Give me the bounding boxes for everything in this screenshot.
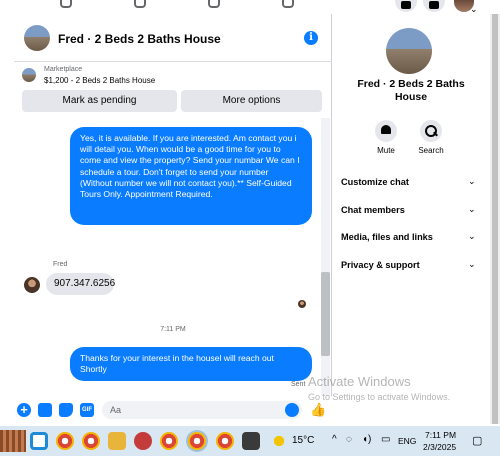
chat-title[interactable]: Fred · 2 Beds 2 Baths House xyxy=(58,32,221,46)
search-icon xyxy=(420,120,442,142)
sent-status: Sent xyxy=(291,381,306,388)
more-options-button[interactable]: More options xyxy=(181,90,322,112)
marketplace-icon[interactable] xyxy=(208,0,220,8)
scrollbar-thumb[interactable] xyxy=(321,272,330,356)
window-scrollbar[interactable] xyxy=(490,14,500,424)
marketplace-label: Marketplace xyxy=(44,66,83,73)
message-input[interactable] xyxy=(102,401,302,419)
message-bubble-incoming[interactable]: 907.347.6256 xyxy=(46,273,115,295)
notifications-button[interactable] xyxy=(423,0,445,12)
plus-icon[interactable]: + xyxy=(17,403,31,417)
section-label: Privacy & support xyxy=(341,260,420,270)
friends-icon[interactable] xyxy=(60,0,72,8)
speaker-icon[interactable]: ◖) xyxy=(362,434,371,445)
gif-icon[interactable]: GIF xyxy=(80,403,94,417)
menu-button[interactable] xyxy=(395,0,417,12)
section-chat-members[interactable]: Chat members ⌄ xyxy=(332,197,490,223)
notification-icon[interactable]: ▢ xyxy=(472,434,482,447)
mark-as-pending-button[interactable]: Mark as pending xyxy=(22,90,177,112)
show-hidden-icons-icon[interactable]: ^ xyxy=(332,434,337,445)
top-nav-strip: ⌄ xyxy=(0,0,500,14)
clock-time[interactable]: 7:11 PM xyxy=(425,430,456,440)
info-icon[interactable]: i xyxy=(304,31,318,45)
thumbs-up-icon[interactable]: 👍 xyxy=(310,402,326,417)
conversation-info-panel: Fred · 2 Beds 2 Baths House Mute Search … xyxy=(332,14,490,424)
bell-icon xyxy=(429,1,439,9)
watch-icon[interactable] xyxy=(134,0,146,8)
message-composer: + GIF 👍 xyxy=(14,396,332,424)
app-icon[interactable] xyxy=(134,432,152,450)
weather-temperature[interactable]: 15°C xyxy=(292,435,314,446)
search-label: Search xyxy=(418,146,444,155)
section-customize-chat[interactable]: Customize chat ⌄ xyxy=(332,169,490,195)
chat-avatar[interactable] xyxy=(24,25,50,51)
section-label: Chat members xyxy=(341,205,405,215)
taskbar: 15°C ^ ◌ ◖) ▭ ENG 7:11 PM 2/3/2025 ▢ xyxy=(0,426,500,456)
chat-header: Fred · 2 Beds 2 Baths House i xyxy=(14,14,332,62)
conversation-avatar[interactable] xyxy=(386,28,432,74)
file-explorer-icon[interactable] xyxy=(108,432,126,450)
activation-watermark-title: Activate Windows xyxy=(308,374,411,389)
conversation-name: Fred · 2 Beds 2 Baths House xyxy=(357,78,465,103)
section-media-files-links[interactable]: Media, files and links ⌄ xyxy=(332,224,490,250)
section-privacy-support[interactable]: Privacy & support ⌄ xyxy=(332,252,490,278)
chrome-icon[interactable] xyxy=(216,432,234,450)
sender-avatar[interactable] xyxy=(24,277,40,293)
language-indicator[interactable]: ENG xyxy=(398,436,416,446)
bell-icon xyxy=(375,120,397,142)
mute-button[interactable]: Mute xyxy=(366,120,406,155)
app-icon[interactable] xyxy=(242,432,260,450)
chevron-down-icon: ⌄ xyxy=(468,176,476,186)
weather-widget-image[interactable] xyxy=(0,430,26,452)
message-bubble-outgoing[interactable]: Yes, it is available. If you are interes… xyxy=(70,127,312,225)
gaming-icon[interactable] xyxy=(282,0,294,8)
clock-date[interactable]: 2/3/2025 xyxy=(423,442,456,452)
chat-scrollbar[interactable] xyxy=(321,118,330,414)
chevron-down-icon: ⌄ xyxy=(468,204,476,214)
start-icon[interactable] xyxy=(30,432,48,450)
listing-title[interactable]: $1,200 - 2 Beds 2 Baths House xyxy=(44,76,155,85)
listing-thumbnail[interactable] xyxy=(22,68,36,82)
sticker-icon[interactable] xyxy=(59,403,73,417)
grid-icon xyxy=(401,1,411,9)
emoji-icon[interactable] xyxy=(285,403,299,417)
activation-watermark-subtitle: Go to Settings to activate Windows. xyxy=(308,392,451,402)
screen: ⌄ Fred · 2 Beds 2 Baths House i Marketpl… xyxy=(0,0,500,456)
chrome-icon[interactable] xyxy=(56,432,74,450)
chrome-icon[interactable] xyxy=(188,432,206,450)
section-label: Customize chat xyxy=(341,177,409,187)
message-timestamp: 7:11 PM xyxy=(160,326,186,333)
scrollbar-thumb[interactable] xyxy=(492,14,498,424)
section-label: Media, files and links xyxy=(341,232,433,242)
sender-name: Fred xyxy=(53,261,68,268)
chrome-icon[interactable] xyxy=(82,432,100,450)
read-receipt-avatar xyxy=(298,300,306,308)
chrome-icon[interactable] xyxy=(160,432,178,450)
mute-label: Mute xyxy=(377,146,395,155)
search-button[interactable]: Search xyxy=(411,120,451,155)
battery-icon[interactable]: ▭ xyxy=(381,434,390,445)
chevron-down-icon: ⌄ xyxy=(468,231,476,241)
message-bubble-outgoing[interactable]: Thanks for your interest in the housel w… xyxy=(70,347,312,381)
network-icon[interactable]: ◌ xyxy=(346,434,352,445)
sun-icon[interactable] xyxy=(270,432,288,450)
chevron-down-icon: ⌄ xyxy=(468,259,476,269)
photo-icon[interactable] xyxy=(38,403,52,417)
